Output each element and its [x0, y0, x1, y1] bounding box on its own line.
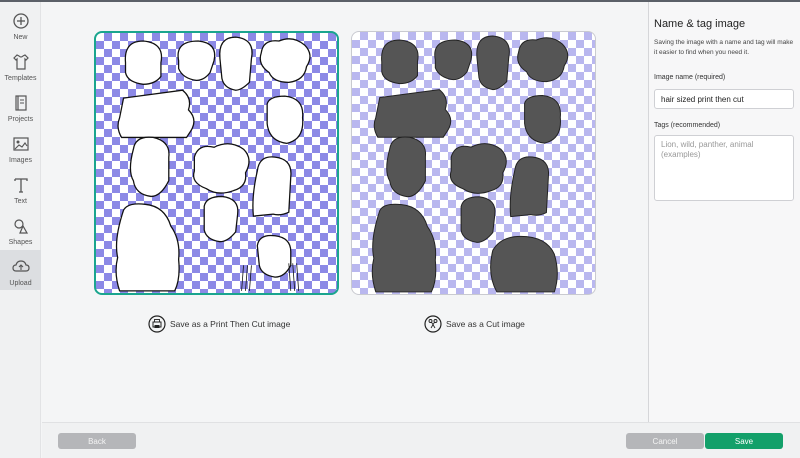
save-cut-option[interactable]: Save as a Cut image	[424, 314, 525, 334]
shirt-icon	[12, 54, 29, 70]
sidebar-item-label: New	[13, 34, 28, 41]
cut-preview[interactable]	[351, 31, 596, 295]
scissors-icon	[424, 315, 442, 333]
image-name-input[interactable]	[654, 89, 794, 109]
panel-title: Name & tag image	[654, 18, 746, 30]
hair-outlines-image	[115, 36, 311, 292]
sidebar: New Templates Projects Images Text Shape…	[0, 2, 41, 458]
save-button[interactable]: Save	[705, 433, 783, 449]
sidebar-item-text[interactable]: Text	[0, 168, 41, 208]
sidebar-item-images[interactable]: Images	[0, 127, 41, 167]
sidebar-item-shapes[interactable]: Shapes	[0, 209, 41, 249]
plus-circle-icon	[12, 13, 29, 29]
text-icon	[13, 178, 28, 193]
shapes-icon	[13, 219, 28, 234]
sidebar-item-templates[interactable]: Templates	[0, 45, 41, 85]
sidebar-item-label: Templates	[4, 75, 37, 82]
back-button[interactable]: Back	[58, 433, 136, 449]
printer-icon	[148, 315, 166, 333]
save-print-then-cut-option[interactable]: Save as a Print Then Cut image	[148, 314, 290, 334]
image-icon	[12, 137, 29, 151]
print-then-cut-label: Save as a Print Then Cut image	[170, 319, 291, 329]
sidebar-item-upload[interactable]: Upload	[0, 250, 41, 290]
main-area: Save as a Print Then Cut image Save as a…	[42, 2, 648, 420]
tags-label: Tags (recommended)	[654, 122, 721, 129]
name-tag-panel: Name & tag image Saving the image with a…	[649, 2, 800, 422]
hair-silhouettes-image	[371, 35, 569, 293]
footer-bar: Back Cancel Save	[42, 422, 800, 458]
sidebar-item-projects[interactable]: Projects	[0, 86, 41, 126]
tags-input[interactable]	[654, 135, 794, 201]
cut-label: Save as a Cut image	[446, 319, 525, 329]
print-then-cut-preview[interactable]	[94, 31, 339, 295]
book-icon	[14, 95, 27, 111]
cloud-upload-icon	[11, 260, 30, 272]
cancel-button[interactable]: Cancel	[626, 433, 704, 449]
panel-description: Saving the image with a name and tag wil…	[654, 39, 794, 56]
image-name-label: Image name (required)	[654, 74, 726, 81]
sidebar-item-new[interactable]: New	[0, 4, 41, 44]
sidebar-item-label: Shapes	[8, 239, 33, 246]
sidebar-item-label: Projects	[7, 116, 34, 123]
sidebar-item-label: Text	[14, 198, 27, 205]
sidebar-item-label: Images	[9, 157, 32, 164]
sidebar-item-label: Upload	[9, 280, 32, 287]
